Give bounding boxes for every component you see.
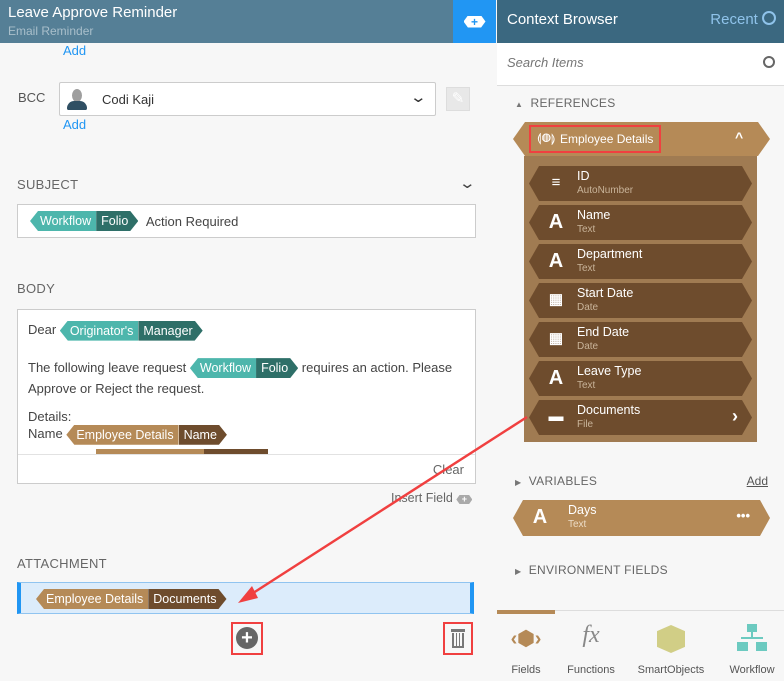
annotation-arrow [238,415,528,603]
arrow-line [249,415,528,597]
arrow-head [238,586,258,603]
